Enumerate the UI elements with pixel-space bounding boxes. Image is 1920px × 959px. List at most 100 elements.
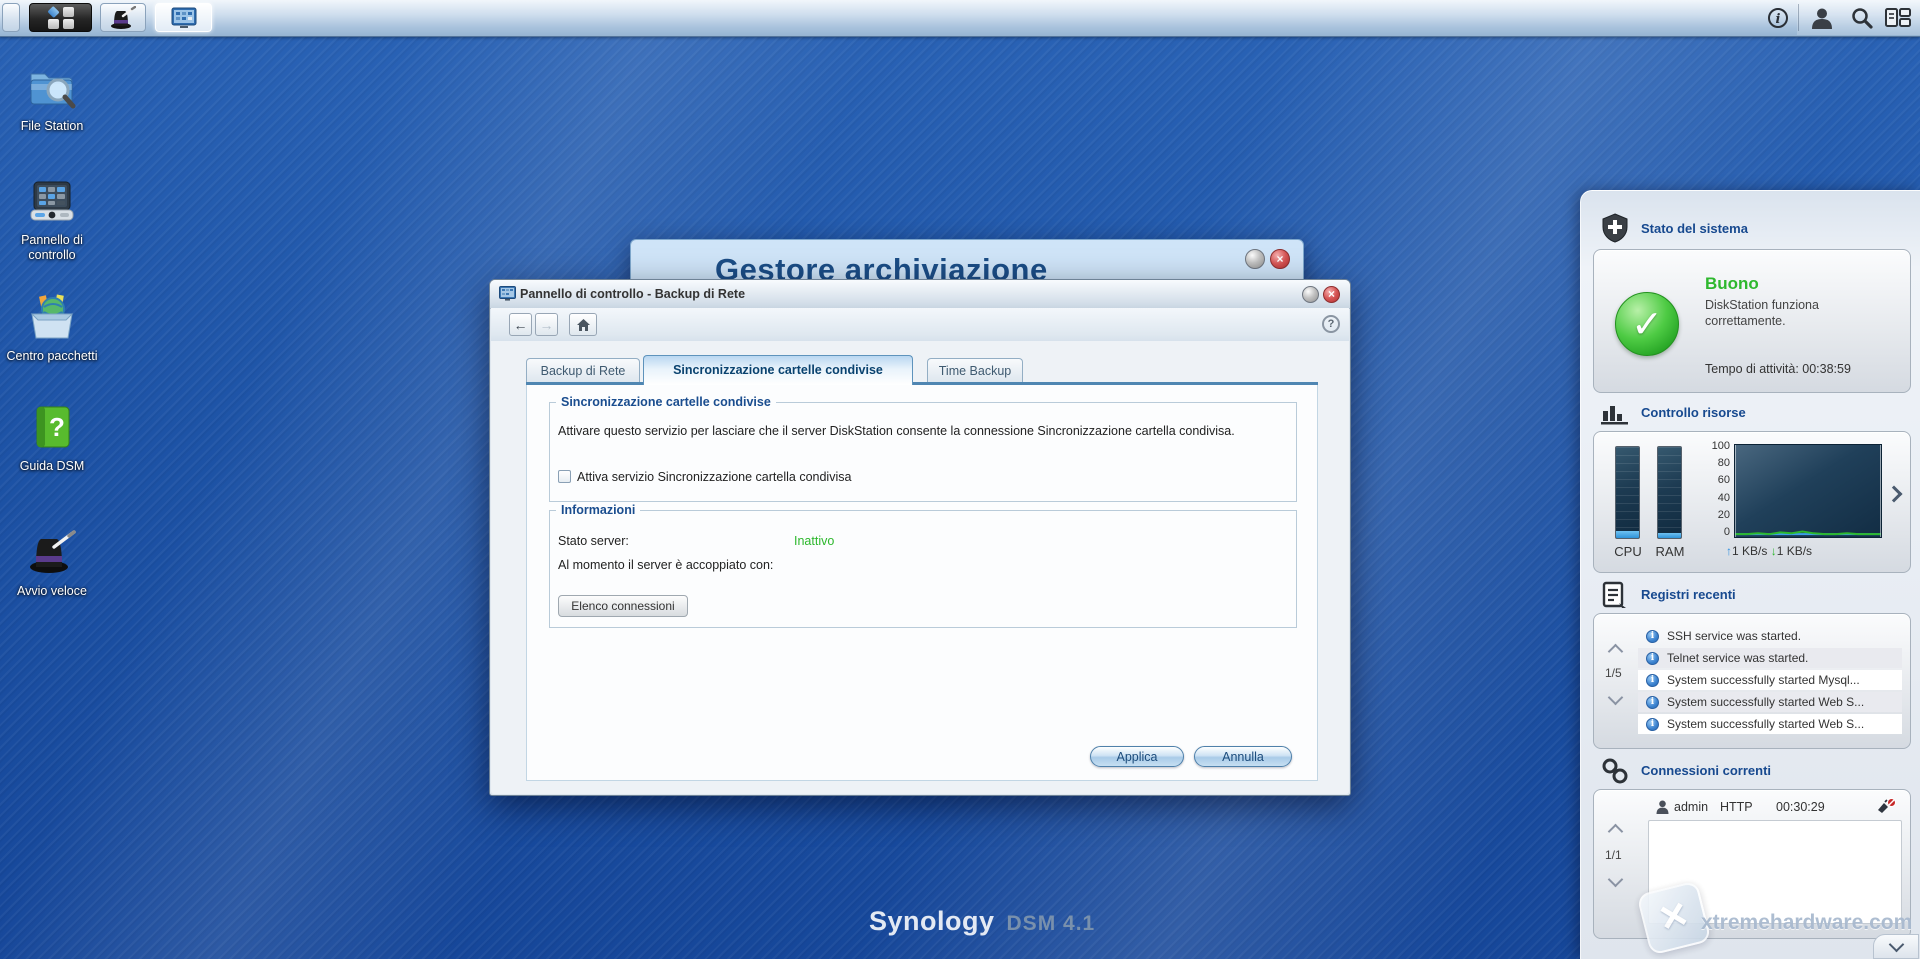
expand-resource-chevron-icon[interactable] <box>1885 485 1903 503</box>
system-status-value: Buono <box>1705 274 1759 293</box>
enable-sync-checkbox-label[interactable]: Attiva servizio Sincronizzazione cartell… <box>577 469 851 485</box>
connections-page-down-icon[interactable] <box>1607 871 1624 888</box>
info-icon <box>1646 629 1659 643</box>
dialog-titlebar[interactable]: Pannello di controllo - Backup di Rete <box>490 280 1350 309</box>
pane-collapse-tab[interactable] <box>1873 934 1919 959</box>
enable-sync-checkbox[interactable] <box>558 470 571 483</box>
server-status-label: Stato server: <box>558 534 629 548</box>
recent-logs-box: 1/5 SSH service was started. Telnet serv… <box>1593 613 1911 749</box>
paired-label: Al momento il server è accoppiato con: <box>558 558 774 572</box>
desktop-icon-label: Pannello di controllo <box>21 233 83 262</box>
home-button[interactable] <box>569 313 597 336</box>
resource-monitor-title: Controllo risorse <box>1641 405 1746 420</box>
tab-sincronizzazione-cartelle-condivise[interactable]: Sincronizzazione cartelle condivise <box>643 355 913 385</box>
svg-text:i: i <box>1776 12 1781 27</box>
log-row[interactable]: System successfully started Mysql... <box>1638 670 1902 690</box>
logs-page-up-icon[interactable] <box>1607 643 1624 660</box>
connection-user: admin <box>1674 800 1709 814</box>
log-document-icon <box>1602 581 1626 608</box>
taskbar: i <box>0 0 1920 37</box>
dialog-title: Pannello di controllo - Backup di Rete <box>520 287 746 301</box>
help-button[interactable] <box>1322 315 1340 333</box>
info-icon <box>1646 717 1659 731</box>
link-icon <box>1602 758 1628 784</box>
main-menu-button[interactable] <box>29 3 92 32</box>
bar-chart-icon <box>1601 406 1628 425</box>
network-chart-yaxis: 100 80 60 40 20 0 <box>1711 440 1730 538</box>
control-panel-taskbar-button[interactable] <box>155 3 212 32</box>
brand-text: Synology <box>869 906 995 936</box>
info-section-legend: Informazioni <box>556 503 641 517</box>
watermark-text: xtremehardware.com <box>1701 911 1913 934</box>
sync-section: Sincronizzazione cartelle condivise Atti… <box>549 395 1297 502</box>
ram-gauge-fill <box>1658 533 1681 538</box>
log-row[interactable]: System successfully started Web S... <box>1638 692 1902 712</box>
recent-logs-title: Registri recenti <box>1641 587 1736 602</box>
dialog-toolbar <box>491 308 1349 342</box>
logs-page-down-icon[interactable] <box>1607 689 1624 706</box>
network-chart-svg <box>1734 444 1882 538</box>
user-menu-icon[interactable] <box>1808 5 1836 31</box>
desktop-icon-label: Avvio veloce <box>17 584 87 598</box>
desktop-icon-file-station[interactable]: File Station <box>4 66 100 134</box>
taskbar-separator <box>1798 4 1799 31</box>
download-rate: 1 KB/s <box>1776 544 1813 558</box>
home-icon <box>576 318 590 331</box>
sync-section-description: Attivare questo servizio per lasciare ch… <box>558 424 1235 438</box>
upload-rate: 1 KB/s <box>1732 544 1768 558</box>
desktop-icon-dsm-help[interactable]: ? Guida DSM <box>4 404 100 474</box>
info-icon <box>1646 673 1659 687</box>
desktop-icon-quick-launch[interactable]: Avvio veloce <box>4 529 100 599</box>
desktop-icon-control-panel[interactable]: Pannello di controllo <box>4 180 100 263</box>
ram-label: RAM <box>1655 544 1685 559</box>
connection-list-button[interactable]: Elenco connessioni <box>558 595 688 617</box>
log-row[interactable]: System successfully started Web S... <box>1638 714 1902 734</box>
log-row[interactable]: Telnet service was started. <box>1638 648 1902 668</box>
connections-pager: 1/1 <box>1605 848 1622 862</box>
svg-text:?: ? <box>49 412 65 442</box>
dialog-titlebar-icon <box>499 286 516 301</box>
version-text: DSM 4.1 <box>1006 912 1096 935</box>
apply-button[interactable]: Applica <box>1090 746 1184 767</box>
quick-launch-taskbar-button[interactable] <box>100 3 146 32</box>
system-status-box: Buono DiskStation funziona correttamente… <box>1593 249 1911 393</box>
resource-monitor-box: CPU RAM 100 80 60 40 20 0 ↑1 KB/s ↓1 KB/… <box>1593 431 1911 573</box>
cpu-label: CPU <box>1614 544 1642 559</box>
network-legend: ↑1 KB/s ↓1 KB/s <box>1726 544 1812 558</box>
dialog-minimize-button[interactable] <box>1302 286 1319 303</box>
pilot-view-icon[interactable] <box>1884 5 1912 31</box>
connection-protocol: HTTP <box>1720 800 1753 814</box>
dsm-help-icon: ? <box>36 406 70 448</box>
cpu-gauge-fill <box>1616 530 1639 538</box>
minimize-button[interactable] <box>1245 249 1265 269</box>
dialog-content: Backup di Rete Sincronizzazione cartelle… <box>491 341 1349 794</box>
shield-icon <box>1602 213 1628 243</box>
system-uptime: Tempo di attività: 00:38:59 <box>1705 362 1851 376</box>
file-station-icon <box>30 73 76 109</box>
desktop: i File Station Pannello di controllo Cen… <box>0 0 1920 959</box>
chevron-down-icon <box>1888 936 1904 953</box>
search-icon[interactable] <box>1848 5 1876 31</box>
system-status-desc1: DiskStation funziona <box>1705 298 1819 312</box>
log-row[interactable]: SSH service was started. <box>1638 626 1902 646</box>
cancel-button[interactable]: Annulla <box>1194 746 1292 767</box>
forward-button[interactable] <box>535 313 558 336</box>
user-icon <box>1656 800 1669 814</box>
sync-section-legend: Sincronizzazione cartelle condivise <box>556 395 776 409</box>
show-desktop-button[interactable] <box>2 3 20 32</box>
disconnect-icon[interactable] <box>1876 798 1896 814</box>
tab-panel: Sincronizzazione cartelle condivise Atti… <box>526 385 1318 781</box>
ram-gauge <box>1657 446 1682 539</box>
info-section: Informazioni Stato server: Inattivo Al m… <box>549 503 1297 628</box>
connections-page-up-icon[interactable] <box>1607 823 1624 840</box>
logs-pager: 1/5 <box>1605 666 1622 680</box>
control-panel-icon <box>30 181 74 221</box>
system-info-icon[interactable]: i <box>1764 5 1792 31</box>
close-icon[interactable] <box>1270 249 1290 269</box>
tab-time-backup[interactable]: Time Backup <box>927 358 1023 383</box>
dialog-close-icon[interactable] <box>1323 286 1340 303</box>
desktop-icon-label: Centro pacchetti <box>6 349 98 363</box>
back-button[interactable] <box>509 313 532 336</box>
tab-backup-di-rete[interactable]: Backup di Rete <box>526 358 640 383</box>
desktop-icon-package-center[interactable]: Centro pacchetti <box>4 294 100 364</box>
